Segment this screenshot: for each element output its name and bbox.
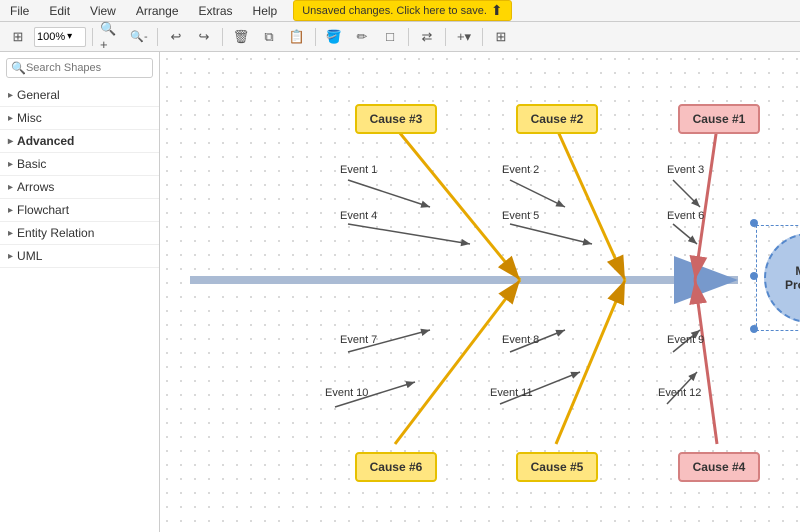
sidebar-item-arrows[interactable]: ▸ Arrows — [0, 176, 159, 199]
search-icon: 🔍 — [11, 61, 26, 75]
cause-1-box[interactable]: Cause #3 Cause #1 — [678, 104, 760, 134]
cause-3-label: Cause #3 — [370, 112, 423, 126]
zoom-in-btn[interactable]: 🔍+ — [99, 26, 123, 48]
zoom-out-btn[interactable]: 🔍- — [127, 26, 151, 48]
add-btn[interactable]: +▾ — [452, 26, 476, 48]
cause-6-label: Cause #6 — [370, 460, 423, 474]
main-area: 🔍 ▸ General ▸ Misc ▸ Advanced ▸ Basic ▸ … — [0, 52, 800, 532]
separator-5 — [408, 28, 409, 46]
event-7-label: Event 7 — [340, 334, 377, 346]
main-problem-label: MainProblem — [785, 264, 800, 292]
copy-btn[interactable]: ⧉ — [257, 26, 281, 48]
save-icon: ⬆ — [491, 2, 503, 19]
separator-1 — [92, 28, 93, 46]
menu-edit[interactable]: Edit — [45, 2, 74, 20]
zoom-select[interactable]: 100%▾ — [34, 27, 86, 47]
event-9-label: Event 9 — [667, 334, 704, 346]
arrow-icon: ▸ — [8, 182, 13, 193]
connect-btn[interactable]: ⇄ — [415, 26, 439, 48]
event-8-label: Event 8 — [502, 334, 539, 346]
sidebar-label: Basic — [17, 157, 46, 171]
arrow-icon: ▸ — [8, 113, 13, 124]
menu-extras[interactable]: Extras — [195, 2, 237, 20]
sidebar: 🔍 ▸ General ▸ Misc ▸ Advanced ▸ Basic ▸ … — [0, 52, 160, 532]
delete-btn[interactable]: 🗑 — [229, 26, 253, 48]
event-10-label: Event 10 — [325, 387, 368, 399]
sidebar-label: Entity Relation — [17, 226, 94, 240]
arrow-icon: ▸ — [8, 159, 13, 170]
separator-2 — [157, 28, 158, 46]
event-2-label: Event 2 — [502, 164, 539, 176]
line-btn[interactable]: ✏ — [350, 26, 374, 48]
paste-btn[interactable]: 📋 — [285, 26, 309, 48]
undo-btn[interactable]: ↩ — [164, 26, 188, 48]
table-btn[interactable]: ⊞ — [489, 26, 513, 48]
event-3-label: Event 3 — [667, 164, 704, 176]
sidebar-label: Arrows — [17, 180, 54, 194]
sidebar-label: Misc — [17, 111, 42, 125]
sidebar-label: Advanced — [17, 134, 74, 148]
handle-tl[interactable] — [750, 219, 758, 227]
arrow-icon: ▸ — [8, 251, 13, 262]
save-banner[interactable]: Unsaved changes. Click here to save. ⬆ — [293, 0, 511, 21]
redo-btn[interactable]: ↪ — [192, 26, 216, 48]
event-6-label: Event 6 — [667, 210, 704, 222]
event-4-label: Event 4 — [340, 210, 377, 222]
handle-bl[interactable] — [750, 325, 758, 333]
sidebar-item-advanced[interactable]: ▸ Advanced — [0, 130, 159, 153]
menu-help[interactable]: Help — [249, 2, 282, 20]
menu-arrange[interactable]: Arrange — [132, 2, 183, 20]
arrow-icon: ▸ — [8, 136, 13, 147]
handle-ml[interactable] — [750, 272, 758, 280]
sidebar-item-flowchart[interactable]: ▸ Flowchart — [0, 199, 159, 222]
event-5-label: Event 5 — [502, 210, 539, 222]
main-problem-circle[interactable]: MainProblem — [764, 233, 800, 323]
shape-btn[interactable]: □ — [378, 26, 402, 48]
sidebar-label: General — [17, 88, 60, 102]
menu-view[interactable]: View — [86, 2, 120, 20]
menu-bar: File Edit View Arrange Extras Help Unsav… — [0, 0, 800, 22]
sidebar-item-general[interactable]: ▸ General — [0, 84, 159, 107]
cause-3-box[interactable]: Cause #3 — [355, 104, 437, 134]
sidebar-item-misc[interactable]: ▸ Misc — [0, 107, 159, 130]
fill-btn[interactable]: 🪣 — [322, 26, 346, 48]
canvas[interactable]: Cause #3 Cause #2 Cause #3 Cause #1 Caus… — [160, 52, 800, 532]
grid-btn[interactable]: ⊞ — [6, 26, 30, 48]
sidebar-item-basic[interactable]: ▸ Basic — [0, 153, 159, 176]
event-1-label: Event 1 — [340, 164, 377, 176]
cause-2-box[interactable]: Cause #2 — [516, 104, 598, 134]
event-12-label: Event 12 — [658, 387, 701, 399]
event-11-label: Event 11 — [490, 387, 533, 399]
save-banner-text: Unsaved changes. Click here to save. — [302, 5, 487, 17]
cause-2-label: Cause #2 — [531, 112, 584, 126]
cause-6-box[interactable]: Cause #6 — [355, 452, 437, 482]
separator-6 — [445, 28, 446, 46]
toolbar: ⊞ 100%▾ 🔍+ 🔍- ↩ ↪ 🗑 ⧉ 📋 🪣 ✏ □ ⇄ +▾ ⊞ — [0, 22, 800, 52]
cause-4-box[interactable]: Cause #4 — [678, 452, 760, 482]
separator-4 — [315, 28, 316, 46]
menu-file[interactable]: File — [6, 2, 33, 20]
sidebar-label: Flowchart — [17, 203, 69, 217]
cause-5-label: Cause #5 — [531, 460, 584, 474]
arrow-icon: ▸ — [8, 90, 13, 101]
cause-5-box[interactable]: Cause #5 — [516, 452, 598, 482]
cause-1-label-text: Cause #1 — [693, 112, 746, 126]
separator-3 — [222, 28, 223, 46]
arrow-icon: ▸ — [8, 205, 13, 216]
separator-7 — [482, 28, 483, 46]
sidebar-item-entity[interactable]: ▸ Entity Relation — [0, 222, 159, 245]
arrow-icon: ▸ — [8, 228, 13, 239]
sidebar-item-uml[interactable]: ▸ UML — [0, 245, 159, 268]
sidebar-label: UML — [17, 249, 42, 263]
search-box[interactable]: 🔍 — [6, 58, 153, 78]
cause-4-label: Cause #4 — [693, 460, 746, 474]
search-input[interactable] — [26, 62, 148, 74]
